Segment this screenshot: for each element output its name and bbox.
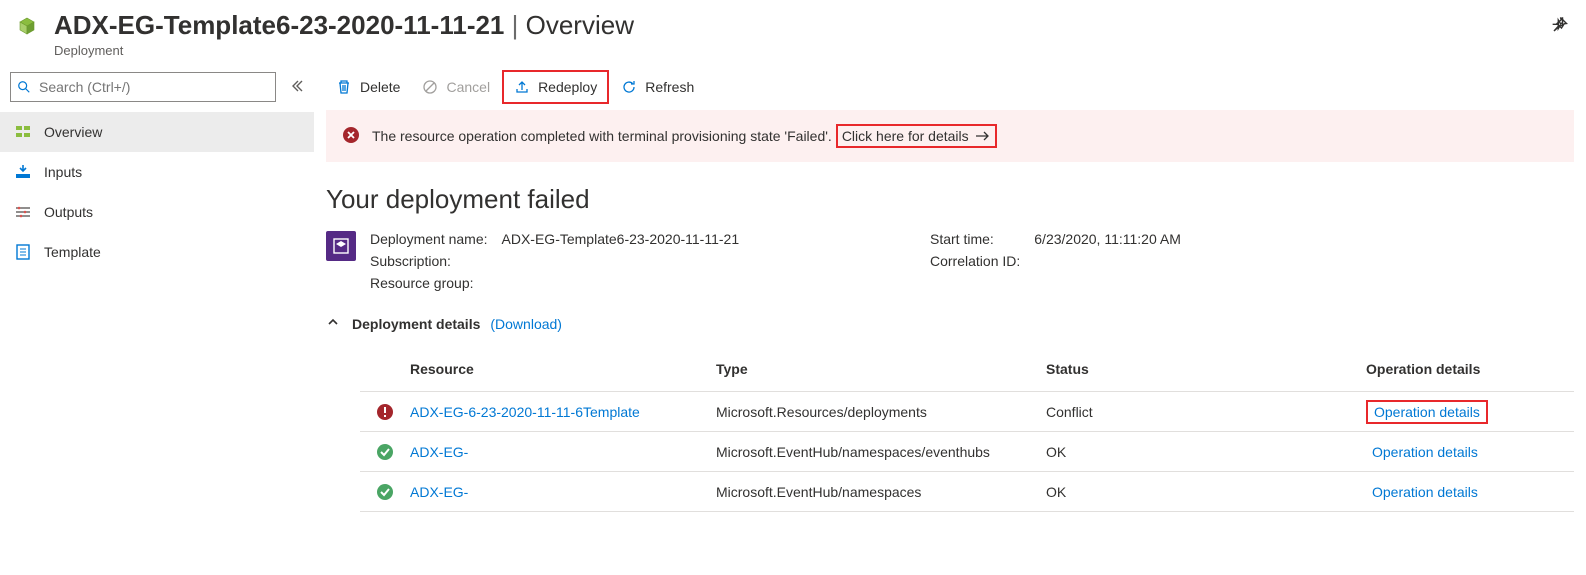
meta-value-deployment-name: ADX-EG-Template6-23-2020-11-11-21	[502, 231, 740, 253]
search-input[interactable]	[37, 78, 269, 96]
page-header: ADX-EG-Template6-23-2020-11-11-21 | Over…	[0, 0, 1586, 64]
details-title: Deployment details	[352, 316, 480, 332]
refresh-button[interactable]: Refresh	[611, 70, 704, 104]
status-heading: Your deployment failed	[326, 184, 1574, 215]
page-title: ADX-EG-Template6-23-2020-11-11-21 | Over…	[54, 10, 1520, 41]
resource-status: OK	[1046, 484, 1366, 500]
meta-label: Deployment name:	[370, 231, 488, 253]
arrow-right-icon	[975, 130, 991, 142]
table-row: ADX-EG- Microsoft.EventHub/namespacesOKOp…	[360, 472, 1574, 512]
error-icon	[342, 126, 360, 147]
error-text: The resource operation completed with te…	[372, 128, 832, 144]
trash-icon	[336, 79, 352, 95]
sidebar-item-outputs[interactable]: Outputs	[0, 192, 314, 232]
operation-details-link[interactable]: Operation details	[1366, 482, 1484, 502]
download-link[interactable]: (Download)	[490, 316, 562, 332]
deployment-name: ADX-EG-Template6-23-2020-11-11-21	[54, 10, 504, 40]
template-icon	[14, 244, 32, 260]
meta-value-resource-group	[502, 275, 740, 297]
deployment-meta: Deployment name: Subscription: Resource …	[326, 231, 1574, 297]
search-icon	[17, 80, 31, 94]
inputs-icon	[14, 164, 32, 180]
collapse-sidebar-button[interactable]	[290, 79, 304, 96]
sidebar-item-label: Inputs	[44, 164, 82, 180]
resource-type-icon	[12, 14, 42, 44]
resource-type: Microsoft.Resources/deployments	[716, 404, 1046, 420]
cancel-icon	[422, 79, 438, 95]
chevron-up-icon	[326, 315, 340, 329]
breadcrumb: Deployment	[54, 43, 1520, 58]
col-type: Type	[716, 361, 1046, 377]
error-icon	[360, 403, 410, 421]
resource-link[interactable]: ADX-EG-	[410, 484, 468, 500]
sidebar-item-template[interactable]: Template	[0, 232, 314, 272]
table-row: ADX-EG-6-23-2020-11-11-6Template Microsof…	[360, 392, 1574, 432]
operation-details-link[interactable]: Operation details	[1366, 400, 1488, 424]
outputs-icon	[14, 204, 32, 220]
error-banner: The resource operation completed with te…	[326, 110, 1574, 162]
meta-label: Correlation ID:	[930, 253, 1020, 275]
sidebar-item-overview[interactable]: Overview	[0, 112, 314, 152]
sidebar-item-label: Outputs	[44, 204, 93, 220]
delete-button[interactable]: Delete	[326, 70, 410, 104]
collapse-details-button[interactable]	[326, 315, 340, 332]
sidebar-item-label: Overview	[44, 124, 102, 140]
col-status: Status	[1046, 361, 1366, 377]
resource-type: Microsoft.EventHub/namespaces	[716, 484, 1046, 500]
cancel-button: Cancel	[412, 70, 500, 104]
meta-value-correlation-id	[1034, 253, 1181, 275]
meta-value-start-time: 6/23/2020, 11:11:20 AM	[1034, 231, 1181, 253]
deployment-details-table: Resource Type Status Operation details A…	[360, 346, 1574, 512]
meta-label: Resource group:	[370, 275, 488, 297]
table-row: ADX-EG- Microsoft.EventHub/namespaces/eve…	[360, 432, 1574, 472]
resource-type: Microsoft.EventHub/namespaces/eventhubs	[716, 444, 1046, 460]
search-box[interactable]	[10, 72, 276, 102]
sidebar-item-inputs[interactable]: Inputs	[0, 152, 314, 192]
resource-link[interactable]: ADX-EG-	[410, 444, 468, 460]
meta-label: Subscription:	[370, 253, 488, 275]
success-icon	[360, 443, 410, 461]
main-content: Delete Cancel Redeploy Refresh The resou…	[314, 64, 1586, 532]
resource-status: Conflict	[1046, 404, 1366, 420]
refresh-icon	[621, 79, 637, 95]
resource-link[interactable]: ADX-EG-6-23-2020-11-11-6Template	[410, 404, 640, 420]
operation-details-link[interactable]: Operation details	[1366, 442, 1484, 462]
upload-icon	[514, 79, 530, 95]
meta-label: Start time:	[930, 231, 1020, 253]
page-section: Overview	[526, 10, 634, 40]
details-header: Deployment details (Download)	[326, 315, 1574, 332]
command-bar: Delete Cancel Redeploy Refresh	[314, 64, 1586, 110]
deployment-icon	[326, 231, 356, 261]
success-icon	[360, 483, 410, 501]
overview-icon	[14, 124, 32, 140]
col-resource: Resource	[410, 361, 716, 377]
meta-value-subscription	[502, 253, 740, 275]
redeploy-button[interactable]: Redeploy	[502, 70, 609, 104]
sidebar-item-label: Template	[44, 244, 101, 260]
pin-button[interactable]	[1550, 16, 1568, 37]
error-details-link[interactable]: Click here for details	[836, 124, 997, 148]
sidebar: Overview Inputs Outputs Template	[0, 64, 314, 532]
table-header-row: Resource Type Status Operation details	[360, 346, 1574, 392]
resource-status: OK	[1046, 444, 1366, 460]
col-operation-details: Operation details	[1366, 361, 1574, 377]
